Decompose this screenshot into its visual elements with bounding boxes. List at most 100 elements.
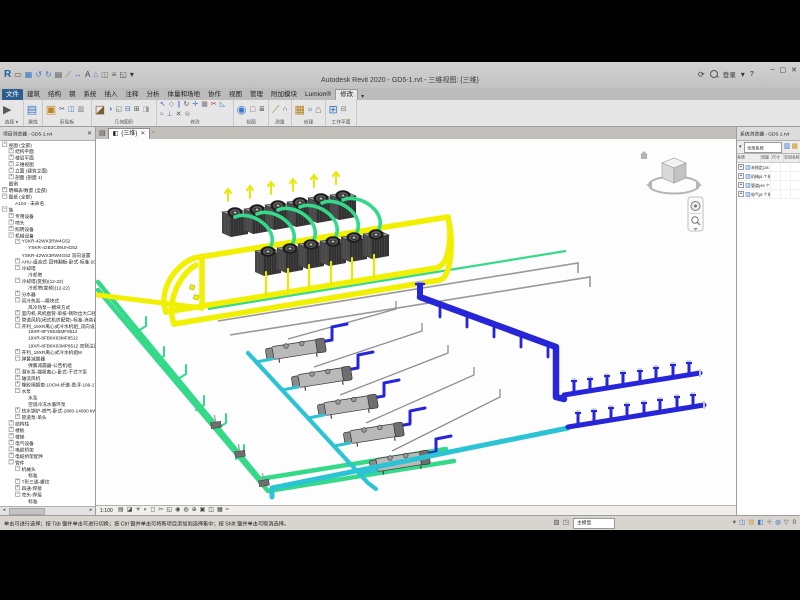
hide-icon[interactable]: ▢ bbox=[249, 106, 256, 114]
reveal-hidden-elements-icon[interactable]: ⊕ bbox=[192, 507, 197, 514]
expand-icon[interactable]: + bbox=[738, 173, 744, 179]
unjoin-icon[interactable]: ⊟ bbox=[125, 106, 131, 114]
collapse-icon[interactable]: − bbox=[15, 492, 20, 497]
scale-icon[interactable]: ≈ bbox=[160, 111, 164, 119]
expand-icon[interactable]: + bbox=[15, 310, 20, 315]
unlocked-3d-view-icon[interactable]: ◉ bbox=[175, 507, 180, 514]
tree-item[interactable]: +标准 bbox=[0, 497, 95, 503]
collapse-icon[interactable]: − bbox=[2, 207, 7, 212]
collapse-icon[interactable]: − bbox=[15, 356, 20, 361]
system-row[interactable]: +▥电气(8 个系统) bbox=[737, 190, 800, 199]
ribbon-tab-钢[interactable]: 钢 bbox=[65, 89, 80, 100]
collapse-icon[interactable]: − bbox=[9, 232, 14, 237]
expand-icon[interactable]: + bbox=[15, 258, 20, 263]
expand-icon[interactable]: + bbox=[9, 155, 14, 160]
show-displacement-sets-icon[interactable]: ◫ bbox=[208, 507, 214, 514]
create-similar-icon[interactable]: ▫ bbox=[308, 104, 312, 116]
collapse-icon[interactable]: − bbox=[15, 466, 20, 471]
ribbon-tab-建筑[interactable]: 建筑 bbox=[23, 89, 44, 100]
help-icon[interactable]: ? bbox=[750, 71, 754, 78]
column-header-系统[interactable]: 系统 bbox=[737, 154, 761, 162]
ribbon-tab-结构[interactable]: 结构 bbox=[44, 89, 65, 100]
set-work-plane-icon[interactable]: ⊞ bbox=[329, 104, 338, 116]
trim-icon[interactable]: ✂ bbox=[211, 101, 217, 109]
show-work-plane-icon[interactable]: ⊟ bbox=[341, 106, 347, 114]
expand-icon[interactable]: + bbox=[15, 369, 20, 374]
scroll-thumb[interactable] bbox=[9, 508, 45, 515]
collapse-icon[interactable]: − bbox=[2, 194, 7, 199]
expand-icon[interactable]: + bbox=[9, 427, 14, 432]
ribbon-tab-文件[interactable]: 文件 bbox=[2, 89, 23, 100]
column-settings-icon[interactable]: ▦ bbox=[791, 143, 798, 151]
autofit-columns-icon[interactable]: ▥ bbox=[784, 143, 791, 151]
collapse-icon[interactable]: − bbox=[15, 265, 20, 270]
rotate-icon[interactable]: ↻ bbox=[183, 101, 189, 109]
view-tab-close-icon[interactable]: ✕ bbox=[140, 129, 145, 139]
mirror-icon[interactable]: ∥ bbox=[177, 101, 181, 109]
collapse-icon[interactable]: − bbox=[15, 388, 20, 393]
system-view-dropdown[interactable]: 全部系统 bbox=[744, 142, 782, 153]
measure-along-icon[interactable]: ∩ bbox=[283, 106, 288, 114]
select-elements-by-face-icon[interactable]: ✛ bbox=[767, 519, 772, 527]
expand-icon[interactable]: + bbox=[9, 440, 14, 445]
tree-item[interactable]: −开利_19XR离心式冷水机组_双向设置 bbox=[0, 322, 95, 328]
minimize-button[interactable]: – bbox=[771, 66, 775, 74]
detail-level-icon[interactable]: ▤ bbox=[118, 507, 124, 514]
array-icon[interactable]: ▦ bbox=[201, 101, 208, 109]
align-icon[interactable]: ↖ bbox=[160, 101, 166, 109]
tile-views-icon[interactable]: ▤ bbox=[99, 128, 106, 139]
tree-item[interactable]: +橡胶隔振垫-10CM-纤维-悬浮-106-17Ch bbox=[0, 381, 95, 387]
expand-icon[interactable]: + bbox=[15, 291, 20, 296]
sign-in-chevron-icon[interactable]: ▾ bbox=[741, 70, 745, 79]
expand-icon[interactable]: + bbox=[15, 349, 20, 354]
new-view-tab-icon[interactable]: ▫ bbox=[152, 128, 154, 139]
crop-view-icon[interactable]: ✂ bbox=[158, 507, 163, 514]
expand-icon[interactable]: + bbox=[15, 414, 20, 419]
expand-icon[interactable]: + bbox=[9, 148, 14, 153]
collapse-icon[interactable]: − bbox=[15, 239, 20, 244]
rendering-dialog-icon[interactable]: ◻ bbox=[150, 507, 155, 514]
modify-tab-chevron-icon[interactable]: ▾ bbox=[361, 93, 364, 100]
column-header-尺寸[interactable]: 尺寸 bbox=[772, 154, 784, 162]
unpin-icon[interactable]: ⊗ bbox=[185, 111, 191, 119]
scroll-right-icon[interactable]: ▸ bbox=[87, 507, 95, 514]
cut-icon[interactable]: ✂ bbox=[59, 106, 65, 114]
expand-icon[interactable]: + bbox=[9, 446, 14, 451]
collapse-icon[interactable]: − bbox=[9, 459, 14, 464]
select-links-icon[interactable]: ◫ bbox=[739, 519, 745, 527]
tree-item[interactable]: +潜水泵-端吸离心-卧式-干式下泵 bbox=[0, 368, 95, 374]
delete-icon[interactable]: ✕ bbox=[176, 111, 182, 119]
scroll-left-icon[interactable]: ◂ bbox=[0, 507, 8, 514]
expand-icon[interactable]: + bbox=[9, 161, 14, 166]
sun-path-icon[interactable]: ☀ bbox=[135, 507, 140, 514]
expand-icon[interactable]: + bbox=[15, 407, 20, 412]
viewcube[interactable] bbox=[640, 151, 702, 194]
split-icon[interactable]: ◺ bbox=[220, 101, 225, 109]
expand-icon[interactable]: + bbox=[9, 174, 14, 179]
expand-icon[interactable]: + bbox=[9, 433, 14, 438]
project-browser-hscrollbar[interactable]: ◂ ▸ bbox=[0, 506, 95, 515]
active-workset-field[interactable]: 主模型 bbox=[573, 518, 615, 529]
selection-filter-icon[interactable]: ▽ bbox=[784, 519, 789, 527]
sign-in-button[interactable]: 登录 bbox=[723, 69, 736, 79]
match-properties-icon[interactable]: ▥ bbox=[78, 106, 85, 114]
editable-only-icon[interactable]: ▾ bbox=[733, 519, 736, 527]
tree-item[interactable]: +热水锅炉-燃气-卧式-2800-14000 kW bbox=[0, 407, 95, 413]
refresh-icon[interactable]: ⟳ bbox=[698, 70, 705, 79]
expand-icon[interactable]: + bbox=[15, 485, 20, 490]
temporary-hide-isolate-icon[interactable]: ◍ bbox=[183, 507, 188, 514]
tree-item[interactable]: +AHU-组合式-回转翻板-卧式-标准-2000-… bbox=[0, 258, 95, 264]
temporary-view-properties-icon[interactable]: ▣ bbox=[200, 507, 206, 514]
modify-cursor-icon[interactable]: ▶ bbox=[3, 104, 11, 116]
ribbon-tab-协作[interactable]: 协作 bbox=[204, 89, 225, 100]
select-underlay-elements-icon[interactable]: ▤ bbox=[748, 519, 754, 527]
reveal-constraints-icon[interactable]: ▦ bbox=[217, 507, 223, 514]
view-tab-3d[interactable]: ◧ {三维} ✕ bbox=[108, 128, 151, 139]
tree-item[interactable]: +开利_19XR离心式冷水机组M bbox=[0, 348, 95, 354]
offset-icon[interactable]: ◇ bbox=[169, 101, 174, 109]
apply-coping-icon[interactable]: ⊞ bbox=[134, 106, 140, 114]
paste-icon[interactable]: ▣ bbox=[46, 104, 56, 116]
expand-icon[interactable]: + bbox=[9, 420, 14, 425]
expand-icon[interactable]: + bbox=[738, 164, 744, 170]
expand-icon[interactable]: + bbox=[9, 219, 14, 224]
